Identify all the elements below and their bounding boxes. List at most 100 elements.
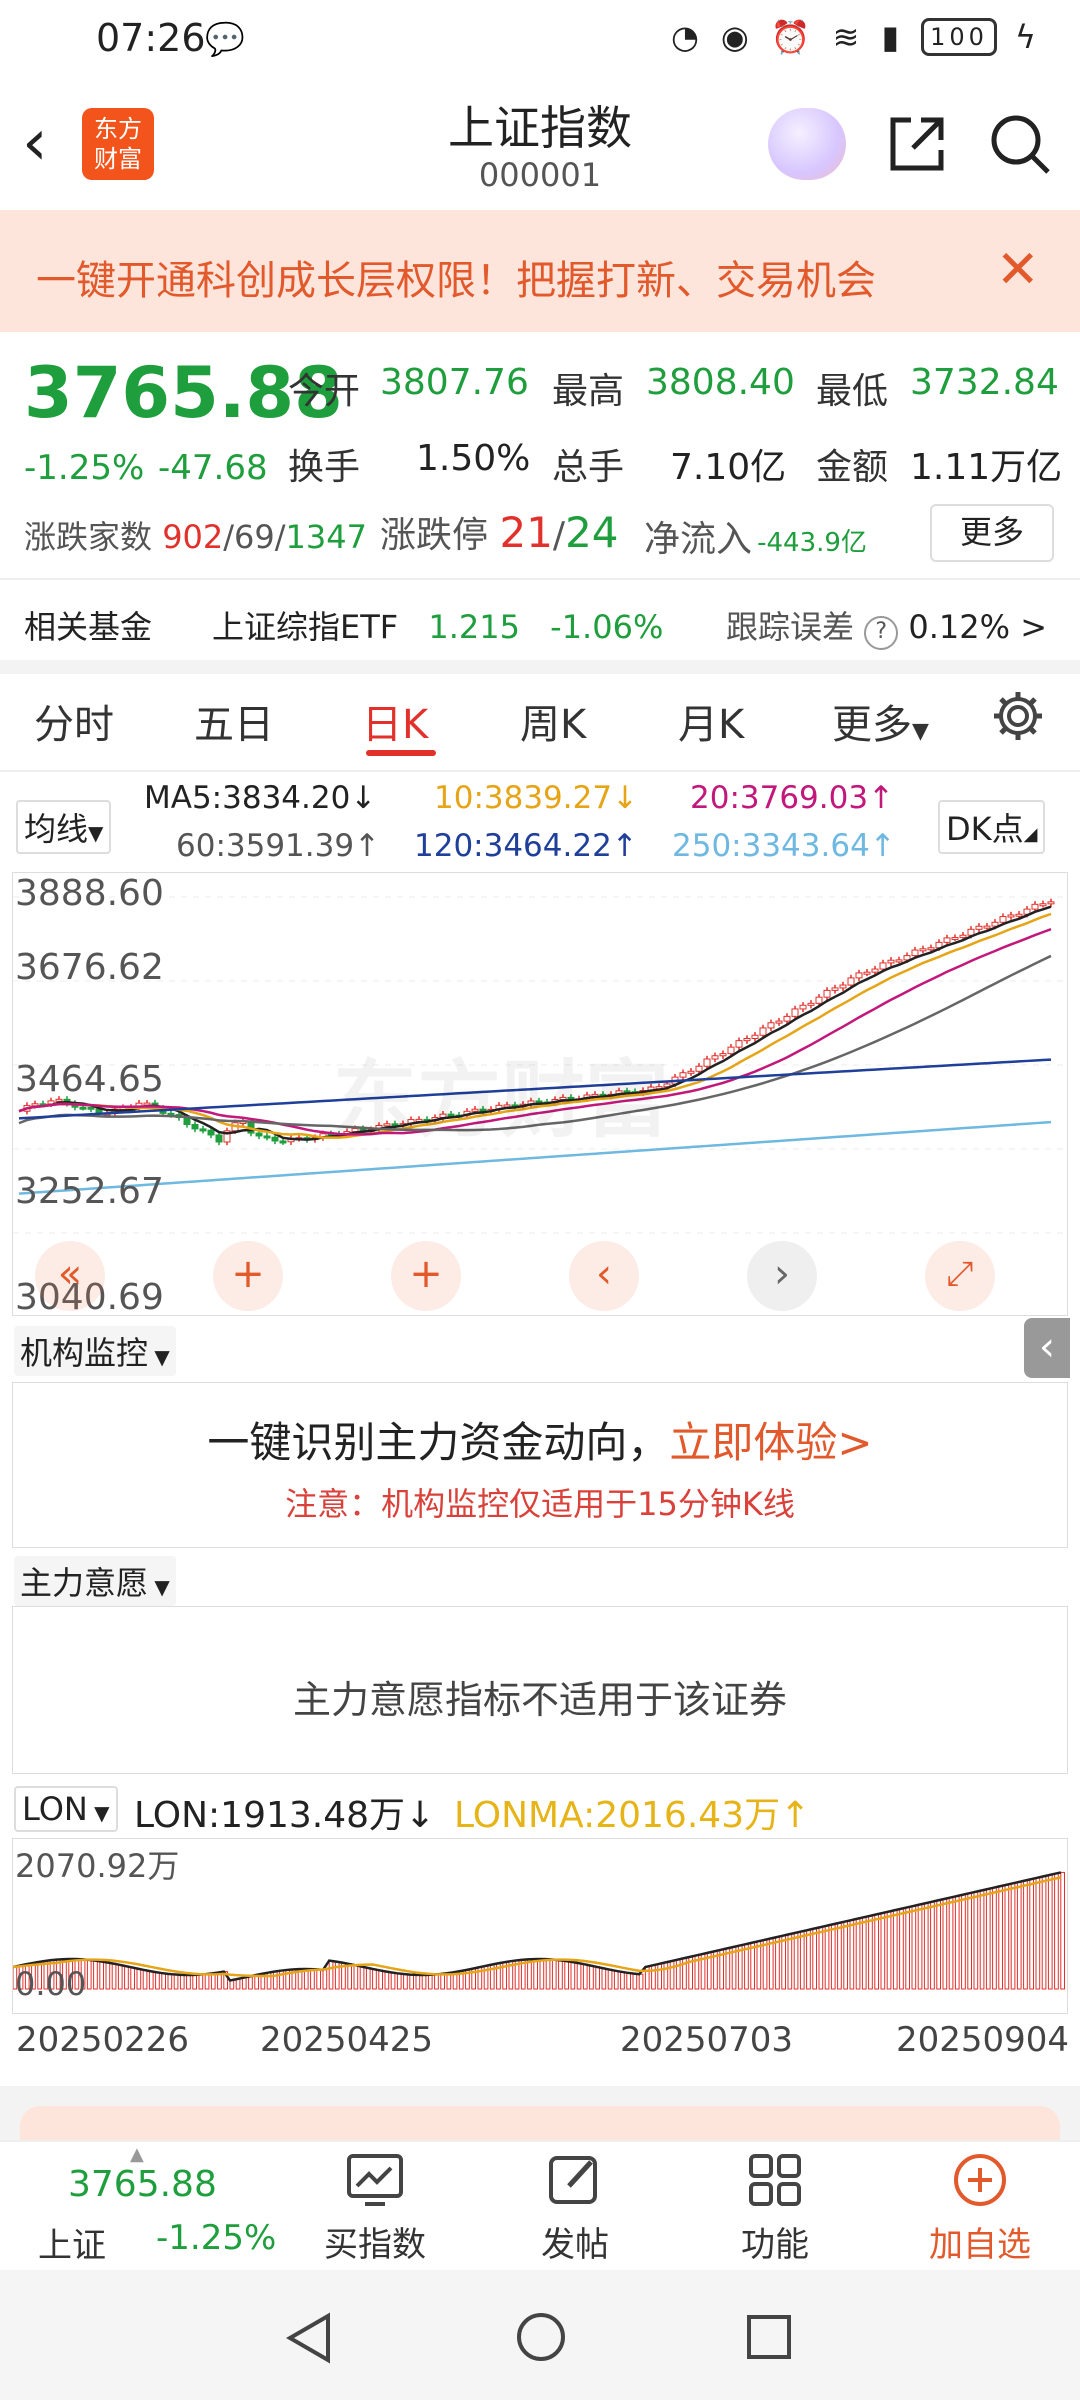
tab-more[interactable]: 更多▼ [832,692,929,750]
candle-body [855,972,863,979]
zoom-out-icon[interactable]: + [391,1241,461,1311]
dropdown-triangle-icon: ▼ [88,821,104,845]
lon-selector[interactable]: LON ▼ [14,1786,118,1832]
candle-body [719,1053,727,1057]
fund-row[interactable]: 上证综指ETF 1.215 -1.06% [212,602,663,648]
function-button[interactable]: 功能 [700,2152,850,2266]
post-button[interactable]: 发帖 [500,2152,650,2266]
tab-monthly-k[interactable]: 月K [678,692,744,750]
lon-bar [756,1941,762,1990]
nav-back-icon[interactable] [284,2310,334,2366]
institution-panel[interactable]: 一键识别主力资金动向，立即体验> 注意：机构监控仅适用于15分钟K线 [12,1382,1068,1548]
tab-daily-k[interactable]: 日K [362,692,428,750]
caret-up-icon: ▲ [130,2144,144,2165]
lon-bar [1004,1884,1010,1990]
more-button[interactable]: 更多 [930,504,1054,562]
open-label: 今开 [288,371,361,412]
date-label-1: 20250226 [16,2020,190,2060]
lon-bar [1023,1880,1028,1990]
lon-bar [589,1964,594,1990]
candle-body [871,968,879,973]
promo-banner[interactable]: 一键开通科创成长层权限！把握打新、交易机会 ✕ [0,210,1080,332]
battery-icon: 100 [921,18,997,56]
index-quote-button[interactable]: ▲ 3765.88 上证 -1.25% [0,2142,276,2272]
inflow-value: -443.9亿 [757,528,867,558]
candle-body [831,987,839,991]
speed-icon: ◔ [670,18,703,56]
lon-bar [1035,1877,1041,1990]
lon-bar [948,1897,954,1990]
search-icon[interactable] [988,112,1052,176]
lon-bar [359,1965,365,1990]
assistant-robot-icon[interactable] [768,108,846,180]
zoom-in-icon[interactable]: + [213,1241,283,1311]
candle-body [783,1015,791,1022]
date-label-4: 20250904 [896,2020,1070,2060]
lon-bar [775,1936,780,1990]
tab-five-day[interactable]: 五日 [194,692,274,750]
lon-bar [533,1958,538,1990]
lon-bar [799,1931,805,1990]
ma10-value: 10:3839.27↓ [434,780,639,816]
fund-label: 相关基金 [24,608,153,646]
add-watchlist-button[interactable]: 加自选 [900,2152,1060,2266]
lon-bar [558,1959,563,1990]
try-now-link[interactable]: 立即体验> [669,1418,872,1467]
nav-home-icon[interactable] [514,2310,568,2364]
share-icon[interactable] [885,112,949,176]
low-label: 最低 [816,371,889,412]
candle-body [951,937,959,941]
ma-selector[interactable]: 均线▼ [16,800,112,854]
candle-body [911,949,919,957]
close-icon[interactable]: ✕ [996,240,1040,300]
lon-bar [539,1958,545,1990]
lon-bar [105,1961,111,1990]
lon-bar [917,1904,923,1990]
lon-bar [179,1974,185,1990]
intent-selector[interactable]: 主力意愿 ▼ [14,1556,176,1606]
status-bar: 07:26 💬 ◔ ◉ ⏰ ≋ ▮ 100 ϟ [0,0,1080,78]
kline-chart[interactable]: 东方财富 3888.60 3676.62 3464.65 3252.67 304… [12,872,1068,1318]
change-pct: -1.25% [24,448,145,488]
gear-icon[interactable] [990,688,1046,744]
candle-body [791,1008,799,1017]
candle-body [1015,913,1023,917]
lon-bar [316,1968,321,1990]
lon-bar [1016,1881,1022,1990]
wechat-icon: 💬 [205,20,245,58]
lon-bar [967,1893,972,1990]
scroll-left-icon[interactable]: ‹ [569,1241,639,1311]
lon-value: LON:1913.48万↓ [134,1795,436,1836]
ma120-value: 120:3464.22↑ [414,828,638,864]
side-collapse-icon[interactable]: ‹ [1024,1318,1070,1378]
fullscreen-icon[interactable]: ⤢ [925,1241,995,1311]
lon-chart[interactable]: 2070.92万 0.00 [12,1838,1068,2014]
nav-recents-icon[interactable] [744,2312,794,2362]
scroll-right-icon[interactable]: › [747,1241,817,1311]
tab-weekly-k[interactable]: 周K [520,692,586,750]
lon-bar [576,1962,582,1990]
lon-bar [855,1918,861,1990]
lon-bar [310,1968,315,1990]
scroll-left-fast-icon[interactable]: « [35,1241,105,1311]
lon-bar [403,1973,408,1990]
candle-body [751,1034,759,1040]
tracking-error[interactable]: 跟踪误差 ? 0.12% > [726,602,1047,650]
candle-body [711,1055,719,1060]
dk-point-selector[interactable]: DK点◢ [938,800,1046,854]
candle-body [799,1004,807,1010]
lon-bar [111,1962,117,1990]
candle-body [863,971,871,975]
lon-bar [861,1917,867,1990]
tab-intraday[interactable]: 分时 [34,692,114,750]
tracking-label: 跟踪误差 [726,608,855,646]
lon-bar [328,1960,334,1990]
lon-bar [372,1968,377,1990]
signal-icon: ▮ [881,18,904,56]
lon-bar [130,1966,136,1990]
intent-panel: 主力意愿指标不适用于该证券 [12,1606,1068,1774]
institution-selector[interactable]: 机构监控 ▼ [14,1326,176,1376]
buy-index-button[interactable]: 买指数 [300,2152,450,2266]
lon-bar [545,1958,551,1990]
lon-bar [427,1974,433,1990]
